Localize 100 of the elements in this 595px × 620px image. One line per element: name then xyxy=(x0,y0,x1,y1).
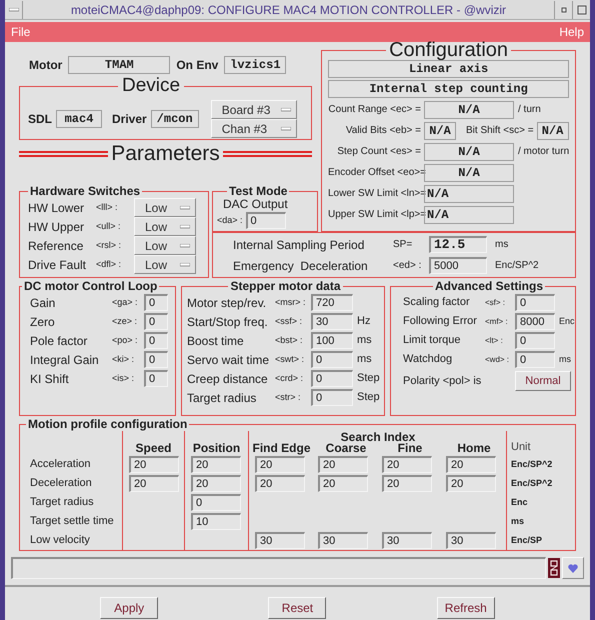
label: Encoder Offset <eo>= xyxy=(328,166,424,180)
label: Following Error xyxy=(403,314,478,330)
label: ms xyxy=(357,333,372,348)
label: ms xyxy=(357,352,372,368)
option-indicator-icon xyxy=(180,244,190,248)
input-field[interactable]: 0 xyxy=(144,313,168,330)
label: Creep distance xyxy=(187,370,269,388)
option-menu[interactable]: Low xyxy=(134,255,196,274)
label: Zero xyxy=(30,314,56,330)
label: Step Count <es> = xyxy=(336,145,422,159)
option-menu[interactable]: Low xyxy=(134,236,196,255)
label: <bst> : xyxy=(275,334,304,347)
input-field[interactable]: 0 xyxy=(144,351,168,368)
value-field: Internal step counting xyxy=(328,80,570,98)
panel-title: Configuration xyxy=(388,40,510,60)
label: / turn xyxy=(518,103,541,117)
label: <ze> : xyxy=(112,314,138,328)
heart-icon xyxy=(568,564,578,572)
minimize-icon xyxy=(560,6,566,12)
panel-title: Stepper motor data xyxy=(229,280,342,293)
input-field[interactable]: 30 xyxy=(446,532,496,549)
input-field[interactable]: 20 xyxy=(191,475,241,492)
label: Step xyxy=(357,390,380,406)
option-indicator-icon xyxy=(180,262,190,266)
input-field[interactable]: 20 xyxy=(446,475,496,492)
label: <rsl> : xyxy=(96,238,122,252)
input-field[interactable]: 20 xyxy=(382,456,432,473)
input-field[interactable]: 0 xyxy=(311,389,353,406)
value-field: N/A xyxy=(424,206,514,224)
input-field[interactable]: 0 xyxy=(144,294,168,311)
unit-label: ms xyxy=(511,514,524,528)
input-field[interactable]: 100 xyxy=(311,332,353,349)
label: Integral Gain xyxy=(30,352,100,368)
input-field[interactable]: 0 xyxy=(311,351,353,368)
label: Count Range <ec> = xyxy=(328,103,422,117)
action-button[interactable]: Reset xyxy=(268,597,326,619)
label: <ki> : xyxy=(112,352,136,366)
input-field[interactable]: 10 xyxy=(191,513,241,530)
label: SDL xyxy=(28,111,52,128)
input-field[interactable]: 8000 xyxy=(515,313,555,330)
input-field[interactable]: 0 xyxy=(144,332,168,349)
label: Driver xyxy=(112,111,147,128)
input-field[interactable]: 20 xyxy=(129,456,179,473)
heart-button[interactable] xyxy=(562,557,584,579)
label: <ga> : xyxy=(112,296,139,309)
label: ms xyxy=(495,238,508,252)
action-button[interactable]: Apply xyxy=(100,597,158,619)
label: Target radius xyxy=(30,495,94,510)
input-field[interactable]: 20 xyxy=(255,475,305,492)
input-field[interactable]: 30 xyxy=(382,532,432,549)
column-header: Position xyxy=(192,442,240,455)
label: <wd> : xyxy=(485,354,510,366)
input-field[interactable]: 20 xyxy=(129,475,179,492)
section-heading: Parameters xyxy=(110,143,221,165)
polarity-button[interactable]: Normal xyxy=(515,371,571,391)
input-field[interactable]: 0 xyxy=(191,494,241,511)
input-field[interactable]: 20 xyxy=(318,456,368,473)
label: Step xyxy=(357,371,380,386)
option-menu[interactable]: Low xyxy=(134,198,196,217)
input-field[interactable]: 20 xyxy=(382,475,432,492)
minus-icon xyxy=(8,8,18,12)
label: <str> : xyxy=(275,390,302,404)
input-field[interactable]: 20 xyxy=(255,456,305,473)
value-field: /mcon xyxy=(150,110,199,128)
input-field[interactable]: 0 xyxy=(515,332,555,349)
label: <swt> : xyxy=(275,352,306,366)
label: Boost time xyxy=(187,332,245,350)
input-field[interactable]: 0 xyxy=(144,370,168,387)
input-field[interactable]: 30 xyxy=(255,532,305,549)
unit-label: Enc/SP^2 xyxy=(511,458,552,471)
input-field[interactable]: 30 xyxy=(311,313,353,330)
input-field[interactable]: 0 xyxy=(246,212,286,229)
action-button[interactable]: Refresh xyxy=(436,597,495,619)
label: SP= xyxy=(393,238,414,252)
label: Enc/SP^2 xyxy=(495,259,539,273)
input-field[interactable]: 30 xyxy=(318,532,368,549)
input-field[interactable]: 12.5 xyxy=(429,236,487,253)
value-field: TMAM xyxy=(68,56,170,74)
input-field[interactable]: 0 xyxy=(515,294,555,311)
label: Emergency Deceleration xyxy=(233,258,369,274)
panel-title: Test Mode xyxy=(228,185,288,198)
input-field[interactable]: 0 xyxy=(311,370,353,387)
option-menu[interactable]: Chan #3 xyxy=(210,119,297,138)
label: Enc xyxy=(559,314,575,328)
label: Gain xyxy=(30,294,56,312)
input-field[interactable]: 20 xyxy=(446,456,496,473)
input-field[interactable]: 720 xyxy=(311,294,353,311)
panel-title: DC motor Control Loop xyxy=(23,280,158,293)
label: Motor step/rev. xyxy=(187,294,268,312)
option-menu[interactable]: Board #3 xyxy=(210,100,297,119)
input-field[interactable]: 5000 xyxy=(429,257,487,274)
input-field[interactable]: 0 xyxy=(515,351,555,368)
panel-title: Hardware Switches xyxy=(29,185,142,198)
column-header: Unit xyxy=(511,440,531,454)
option-menu[interactable]: Low xyxy=(134,217,196,236)
label: HW Upper xyxy=(28,218,86,236)
value-field: N/A xyxy=(424,100,514,118)
input-field[interactable]: 20 xyxy=(191,456,241,473)
input-field[interactable]: 20 xyxy=(318,475,368,492)
option-indicator-icon xyxy=(280,126,291,130)
